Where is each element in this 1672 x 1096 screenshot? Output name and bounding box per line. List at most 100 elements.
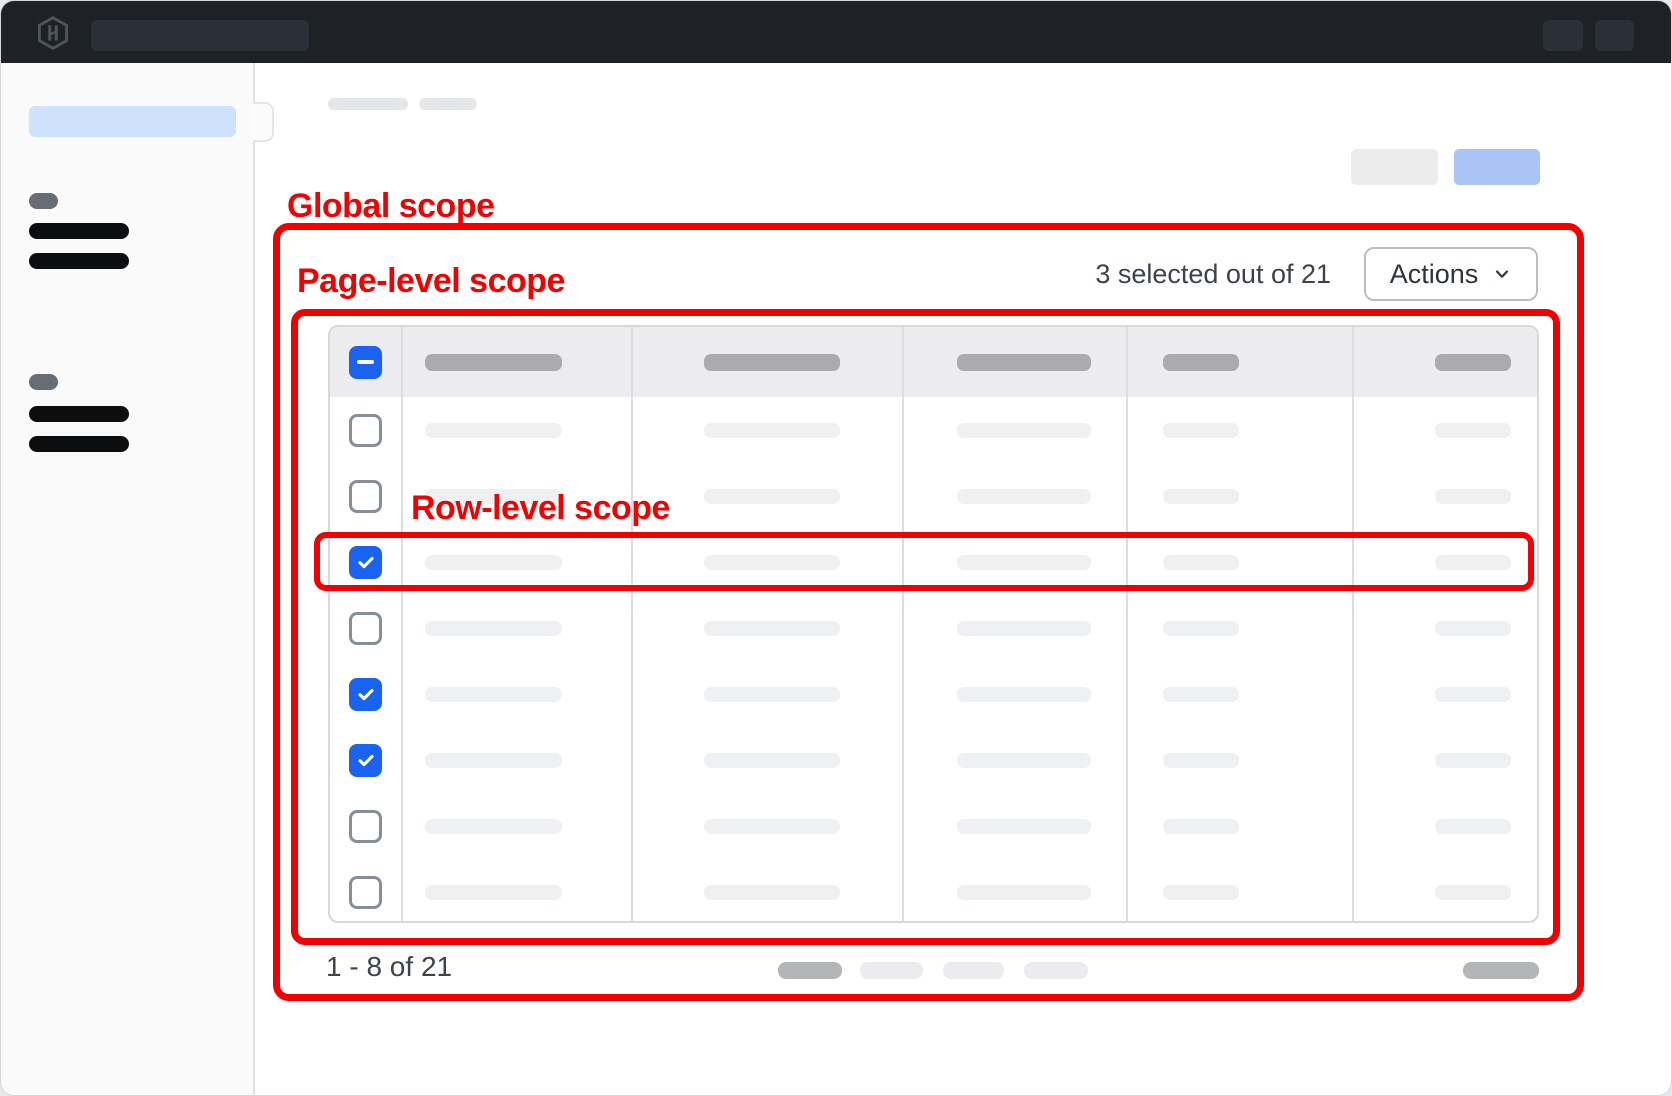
cell-text-placeholder	[1163, 819, 1239, 834]
minus-icon	[357, 360, 374, 364]
column-header-placeholder[interactable]	[704, 354, 840, 371]
cell-text-placeholder	[425, 753, 562, 768]
table-header-row	[330, 327, 1537, 397]
actions-button-label: Actions	[1390, 259, 1479, 290]
cell-text-placeholder	[425, 687, 562, 702]
cell-text-placeholder	[425, 819, 562, 834]
primary-button[interactable]	[1454, 149, 1540, 185]
breadcrumb-item[interactable]	[328, 98, 408, 110]
cell-text-placeholder	[704, 687, 840, 702]
app-window: 3 selected out of 21 Actions	[0, 0, 1672, 1096]
cell-text-placeholder	[957, 819, 1091, 834]
check-icon	[355, 749, 377, 771]
cell-text-placeholder	[957, 555, 1091, 570]
cell-text-placeholder	[704, 423, 840, 438]
global-scope-label: Global scope	[287, 187, 495, 226]
cell-text-placeholder	[425, 885, 562, 900]
cell-text-placeholder	[1163, 621, 1239, 636]
cell-text-placeholder	[957, 621, 1091, 636]
actions-dropdown-button[interactable]: Actions	[1364, 247, 1538, 301]
cell-text-placeholder	[1435, 687, 1511, 702]
cell-text-placeholder	[704, 885, 840, 900]
table-body	[330, 397, 1537, 923]
cell-text-placeholder	[957, 423, 1091, 438]
cell-text-placeholder	[1163, 885, 1239, 900]
search-input[interactable]	[91, 20, 309, 51]
chevron-down-icon	[1492, 264, 1512, 284]
cell-text-placeholder	[425, 423, 562, 438]
cell-text-placeholder	[425, 621, 562, 636]
cell-text-placeholder	[1163, 753, 1239, 768]
row-checkbox[interactable]	[349, 414, 382, 447]
sidebar-item[interactable]	[29, 436, 129, 452]
page-level-scope-label: Page-level scope	[297, 262, 565, 301]
cell-text-placeholder	[1435, 819, 1511, 834]
cell-text-placeholder	[1435, 555, 1511, 570]
sidebar-item[interactable]	[29, 223, 129, 239]
secondary-button[interactable]	[1351, 149, 1438, 185]
topbar-action-placeholder-2[interactable]	[1595, 20, 1634, 51]
table-row	[330, 595, 1537, 661]
table-row	[330, 859, 1537, 923]
cell-text-placeholder	[425, 555, 562, 570]
pagination-page-placeholder[interactable]	[860, 962, 923, 979]
cell-text-placeholder	[704, 753, 840, 768]
cell-text-placeholder	[704, 621, 840, 636]
sidebar-item[interactable]	[29, 253, 129, 269]
cell-text-placeholder	[1435, 423, 1511, 438]
table-row	[330, 463, 1537, 529]
sidebar-section-label	[29, 374, 58, 390]
cell-text-placeholder	[1435, 621, 1511, 636]
cell-text-placeholder	[957, 885, 1091, 900]
sidebar-active-item[interactable]	[29, 106, 236, 137]
cell-text-placeholder	[1435, 753, 1511, 768]
column-header-placeholder[interactable]	[1435, 354, 1511, 371]
topbar-action-placeholder-1[interactable]	[1543, 20, 1583, 51]
sidebar-item[interactable]	[29, 406, 129, 422]
sidebar-section-label	[29, 193, 58, 209]
cell-text-placeholder	[1435, 489, 1511, 504]
pagination-page-placeholder[interactable]	[943, 962, 1004, 979]
sidebar	[1, 63, 255, 1095]
topbar	[1, 1, 1671, 63]
row-checkbox[interactable]	[349, 678, 382, 711]
column-header-placeholder[interactable]	[957, 354, 1091, 371]
cell-text-placeholder	[1163, 687, 1239, 702]
pagination-range-label: 1 - 8 of 21	[326, 951, 452, 983]
pagination-page-placeholder[interactable]	[1024, 962, 1088, 979]
check-icon	[355, 551, 377, 573]
row-checkbox[interactable]	[349, 876, 382, 909]
cell-text-placeholder	[1435, 885, 1511, 900]
sidebar-collapse-handle[interactable]	[253, 102, 274, 142]
data-table	[328, 325, 1539, 923]
column-header-placeholder[interactable]	[1163, 354, 1239, 371]
table-row	[330, 727, 1537, 793]
row-checkbox[interactable]	[349, 480, 382, 513]
row-checkbox[interactable]	[349, 612, 382, 645]
table-row	[330, 793, 1537, 859]
hashicorp-logo	[37, 16, 69, 50]
breadcrumb-item[interactable]	[419, 98, 477, 110]
row-checkbox[interactable]	[349, 744, 382, 777]
cell-text-placeholder	[1163, 489, 1239, 504]
cell-text-placeholder	[1163, 555, 1239, 570]
cell-text-placeholder	[704, 489, 840, 504]
pagination-next-placeholder[interactable]	[1463, 962, 1539, 979]
select-all-checkbox[interactable]	[349, 346, 382, 379]
table-row	[330, 661, 1537, 727]
column-header-placeholder[interactable]	[425, 354, 562, 371]
selection-summary: 3 selected out of 21	[1069, 259, 1331, 290]
pagination-prev-placeholder[interactable]	[778, 962, 842, 979]
row-checkbox[interactable]	[349, 810, 382, 843]
table-row	[330, 397, 1537, 463]
cell-text-placeholder	[425, 489, 562, 504]
cell-text-placeholder	[957, 687, 1091, 702]
cell-text-placeholder	[1163, 423, 1239, 438]
cell-text-placeholder	[704, 555, 840, 570]
table-row	[330, 529, 1537, 595]
row-checkbox[interactable]	[349, 546, 382, 579]
cell-text-placeholder	[957, 489, 1091, 504]
cell-text-placeholder	[704, 819, 840, 834]
check-icon	[355, 683, 377, 705]
cell-text-placeholder	[957, 753, 1091, 768]
